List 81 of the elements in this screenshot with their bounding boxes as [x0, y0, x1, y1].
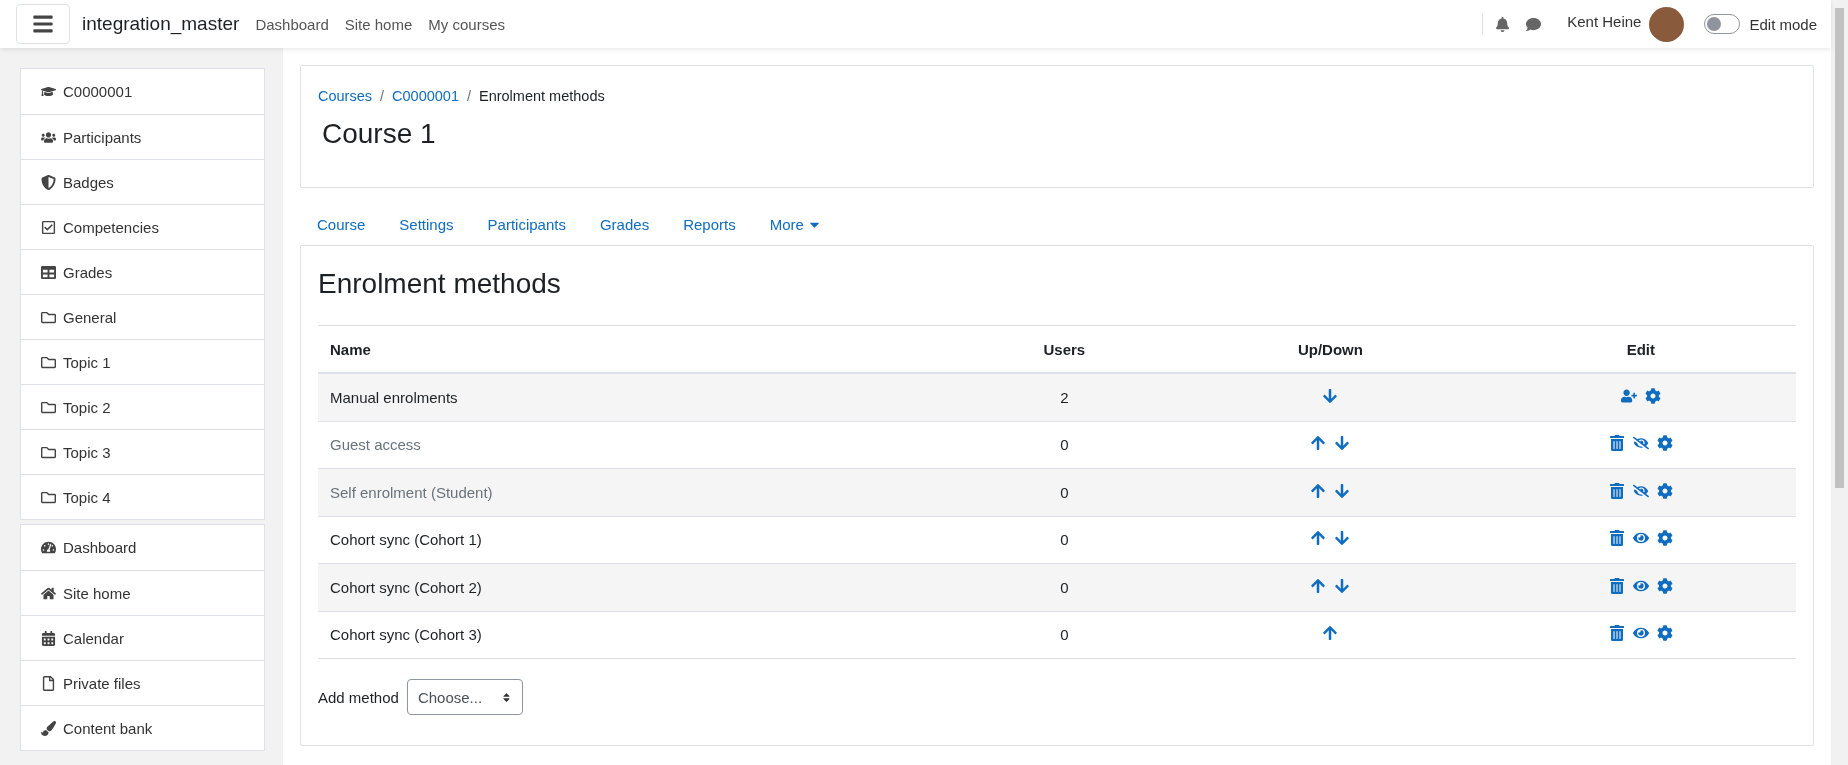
graduation-cap-icon — [41, 84, 57, 99]
settings-icon[interactable] — [1656, 530, 1673, 547]
arrow-up-icon[interactable] — [1310, 577, 1327, 594]
tab[interactable]: Grades — [582, 207, 667, 243]
table-cell: 0 — [953, 468, 1176, 516]
folder-icon — [41, 489, 57, 505]
edit-mode-switch[interactable] — [1704, 14, 1741, 34]
trash-icon[interactable] — [1608, 577, 1625, 594]
settings-icon[interactable] — [1644, 387, 1661, 404]
arrow-up-icon[interactable] — [1310, 435, 1327, 452]
arrow-up-icon[interactable] — [1310, 530, 1327, 547]
page-title: Course 1 — [322, 118, 437, 150]
file-icon — [41, 675, 57, 691]
user-name[interactable]: Kent Heine — [1567, 12, 1642, 36]
checkbox-icon — [41, 219, 57, 235]
table-cell: Self enrolment (Student) — [318, 468, 954, 516]
table-cell: Guest access — [318, 421, 954, 469]
arrow-down-icon[interactable] — [1334, 482, 1351, 499]
shield-icon — [41, 174, 57, 190]
breadcrumb-separator: / — [466, 88, 471, 104]
edit-mode-label: Edit mode — [1749, 15, 1817, 33]
tab[interactable]: Reports — [666, 207, 753, 243]
calendar-icon — [41, 630, 57, 646]
tab[interactable]: More — [752, 207, 839, 243]
trash-icon[interactable] — [1608, 625, 1625, 642]
table-cell: Cohort sync (Cohort 1) — [318, 516, 954, 564]
table-icon — [41, 264, 57, 280]
breadcrumb-link[interactable]: Courses — [318, 88, 372, 104]
arrow-up-icon[interactable] — [1310, 482, 1327, 499]
scrollbar-thumb[interactable] — [1835, 8, 1844, 488]
users-icon — [41, 129, 57, 145]
page-name-text: Enrolment methods — [479, 88, 605, 104]
menu-icon — [32, 13, 54, 35]
site-name[interactable]: integration_master — [82, 13, 240, 35]
section-title: Enrolment methods — [318, 268, 562, 300]
table-cell: 0 — [953, 563, 1176, 611]
folder-icon — [41, 399, 57, 415]
table-cell: Cohort sync (Cohort 3) — [318, 611, 954, 659]
tab[interactable]: Settings — [382, 207, 471, 243]
folder-icon — [41, 309, 57, 325]
avatar[interactable] — [1649, 6, 1685, 42]
brush-icon — [41, 720, 57, 736]
arrow-down-icon[interactable] — [1334, 530, 1351, 547]
table-cell: Cohort sync (Cohort 2) — [318, 563, 954, 611]
settings-icon[interactable] — [1656, 625, 1673, 642]
table-cell: Manual enrolments — [318, 373, 954, 421]
arrow-down-icon[interactable] — [1322, 387, 1339, 404]
eye-slash-icon[interactable] — [1632, 482, 1649, 499]
method-select[interactable]: Choose... — [406, 679, 523, 715]
table-cell: 0 — [953, 516, 1176, 564]
trash-icon[interactable] — [1608, 530, 1625, 547]
settings-icon[interactable] — [1656, 577, 1673, 594]
add-method-label: Add method — [318, 688, 399, 706]
table-cell: 0 — [953, 421, 1176, 469]
chat-icon[interactable] — [1526, 16, 1542, 32]
trash-icon[interactable] — [1608, 435, 1625, 452]
bell-icon[interactable] — [1495, 16, 1511, 32]
home-icon — [41, 585, 57, 601]
nav-link[interactable]: My courses — [428, 15, 505, 33]
arrow-up-icon[interactable] — [1322, 625, 1339, 642]
folder-icon — [41, 444, 57, 460]
add-user-icon[interactable] — [1620, 387, 1637, 404]
breadcrumb-separator: / — [380, 88, 385, 104]
scrollbar[interactable] — [1831, 0, 1848, 765]
arrow-down-icon[interactable] — [1334, 435, 1351, 452]
table-cell: 2 — [953, 373, 1176, 421]
menu-button[interactable] — [16, 4, 70, 44]
folder-icon — [41, 354, 57, 370]
settings-icon[interactable] — [1656, 482, 1673, 499]
table-cell: 0 — [953, 611, 1176, 659]
nav-link[interactable]: Dashboard — [255, 15, 329, 33]
trash-icon[interactable] — [1608, 482, 1625, 499]
arrow-down-icon[interactable] — [1334, 577, 1351, 594]
breadcrumb-link[interactable]: C0000001 — [392, 88, 459, 104]
gauge-icon — [41, 540, 57, 555]
tab[interactable]: Participants — [470, 207, 583, 243]
tab[interactable]: Course — [300, 207, 383, 243]
settings-icon[interactable] — [1656, 435, 1673, 452]
sort-icon — [500, 691, 512, 703]
eye-slash-icon[interactable] — [1632, 435, 1649, 452]
nav-link[interactable]: Site home — [344, 15, 413, 33]
